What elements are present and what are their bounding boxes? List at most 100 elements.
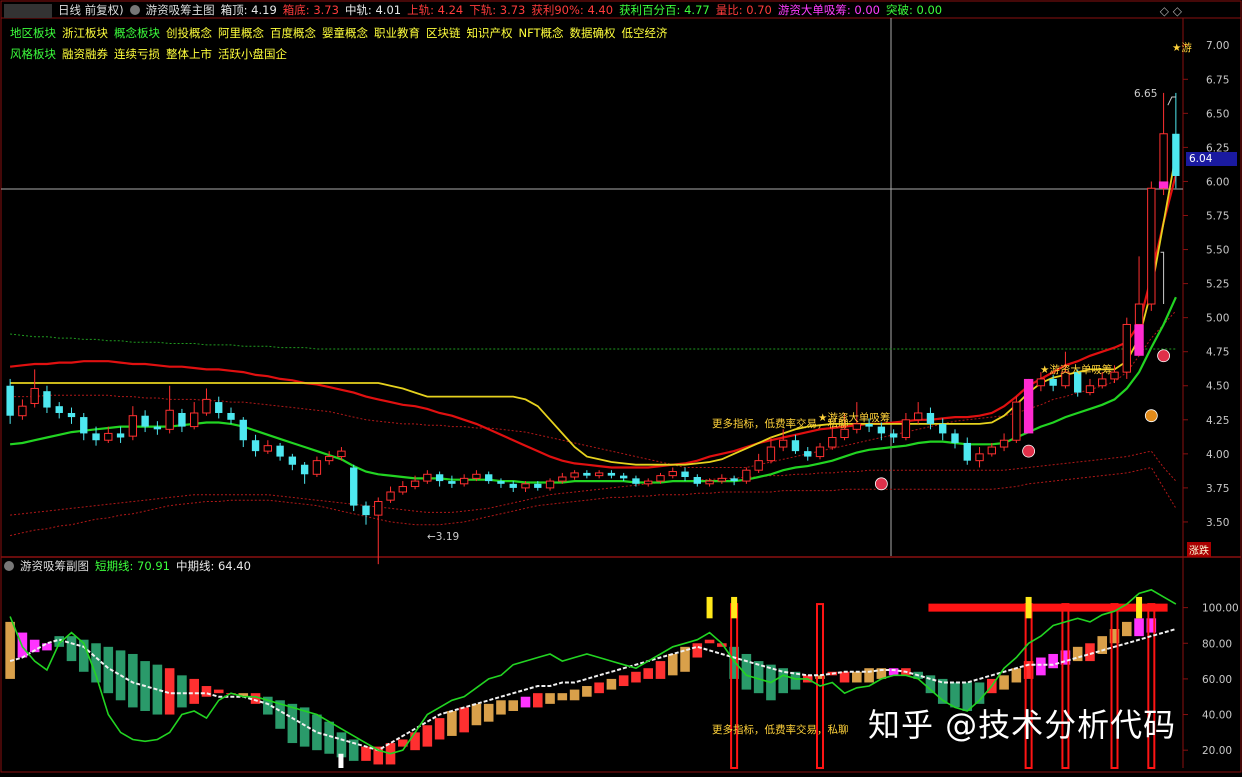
header.row2-item[interactable]: 浙江板块 xyxy=(62,26,108,40)
sub_header-item[interactable]: 短期线: 70.91 xyxy=(95,559,170,573)
header.row2-item[interactable]: 婴童概念 xyxy=(322,26,368,40)
candle-body xyxy=(939,423,947,434)
candle-body xyxy=(435,474,444,482)
candle-body xyxy=(362,505,370,516)
header.row2-item[interactable]: 低空经济 xyxy=(622,26,668,40)
sub-y-tick-label: 80.00 xyxy=(1202,638,1232,650)
sub-hist-bar xyxy=(5,621,15,679)
candle-body xyxy=(804,451,812,457)
sub-hist-bar xyxy=(336,732,347,758)
candle-body xyxy=(1134,303,1144,325)
candle-body xyxy=(766,446,776,462)
candle-body xyxy=(779,439,788,448)
header.row1-item[interactable]: 游资吸筹主图 xyxy=(146,3,215,17)
main-indicator-header: 日线 前复权) 游资吸筹主图 箱顶: 4.19 箱底: 3.73 中轨: 4.01 上轨:… xyxy=(4,2,948,18)
header.row2-item[interactable]: 百度概念 xyxy=(270,26,316,40)
header.row2-item[interactable]: 创投概念 xyxy=(166,26,212,40)
candle-body xyxy=(644,480,653,485)
top-right-tag: ★游 xyxy=(1172,42,1192,54)
header.row1-item[interactable]: 中轨: 4.01 xyxy=(345,3,401,17)
sub-hist-bar xyxy=(557,693,568,701)
sub-hist-bar xyxy=(839,671,850,683)
sub-hist-bar xyxy=(213,689,224,694)
header.row1-item[interactable]: 获利90%: 4.40 xyxy=(531,3,613,17)
candle-body xyxy=(815,446,825,458)
chart-stage: 3.50 3.75 4.00 4.25 4.50 4.75 5.00 5.25 5.50 5.75… xyxy=(0,0,1242,773)
sub-hist-bar xyxy=(545,693,555,704)
chart-canvas[interactable]: 3.50 3.75 4.00 4.25 4.50 4.75 5.00 5.25 5.50 5.75… xyxy=(0,0,1242,773)
candle-body xyxy=(67,412,76,418)
inflow-block xyxy=(1158,181,1169,189)
sub-hist-bar xyxy=(361,746,371,761)
sub_header-item[interactable]: 游资吸筹副图 xyxy=(20,559,89,573)
window-controls[interactable]: ◇ ◇ xyxy=(1160,4,1182,18)
candle-body xyxy=(987,446,996,455)
indicator-menu-icon[interactable] xyxy=(4,561,14,571)
header.row1-item[interactable]: 量比: 0.70 xyxy=(716,3,772,17)
header.row3-item[interactable]: 整体上市 xyxy=(166,47,212,61)
sub-hist-bar xyxy=(287,703,298,744)
candle-body xyxy=(1085,385,1095,394)
candle-body xyxy=(926,412,935,424)
sub-hist-bar xyxy=(606,678,617,690)
header.row1-item[interactable]: 上轨: 4.24 xyxy=(407,3,463,17)
sub-hist-bar xyxy=(459,707,469,733)
sub-hist-bar xyxy=(471,703,482,726)
candle-body xyxy=(43,391,51,408)
header.row2-item[interactable]: 阿里概念 xyxy=(218,26,264,40)
candle-body xyxy=(632,478,640,484)
green-dotted-line xyxy=(10,333,1176,350)
header.row1-item[interactable]: 下轨: 3.73 xyxy=(469,3,525,17)
header.row3-item[interactable]: 活跃小盘国企 xyxy=(218,47,287,61)
header.row1-item[interactable]: 日线 前复权) xyxy=(58,3,124,17)
y-tick-label: 4.25 xyxy=(1206,415,1229,427)
candle-body xyxy=(570,472,579,478)
header.row2-item[interactable]: NFT概念 xyxy=(519,26,564,40)
y-tick-label: 3.75 xyxy=(1206,483,1229,495)
candle-body xyxy=(901,419,911,439)
header.row1-item[interactable]: 箱顶: 4.19 xyxy=(221,3,277,17)
header.row2-item[interactable]: 概念板块 xyxy=(114,26,160,40)
header.row2-item[interactable]: 数据确权 xyxy=(570,26,616,40)
candle-body xyxy=(1172,133,1180,176)
signal-marker xyxy=(1144,409,1158,423)
sub-hist-bar xyxy=(704,639,715,644)
indicator-menu-icon[interactable] xyxy=(129,5,140,15)
header.row2-item[interactable]: 知识产权 xyxy=(467,26,513,40)
inflow-tag-1: ★游资大单吸筹 xyxy=(818,412,891,424)
sub_header-item[interactable]: 中期线: 64.40 xyxy=(176,559,251,573)
candle-body xyxy=(619,475,628,479)
candle-body xyxy=(656,475,665,482)
header.row2-item[interactable]: 职业教育 xyxy=(374,26,420,40)
candle-body xyxy=(705,480,714,485)
candle-body xyxy=(1159,133,1168,189)
candle-body xyxy=(55,406,63,413)
header.row1-item[interactable]: 突破: 0.00 xyxy=(886,3,942,17)
white-tick xyxy=(338,753,344,768)
tip-label-sub: 更多指标，低费率交易，私聊 xyxy=(712,724,849,736)
zd-button[interactable]: 涨跌 xyxy=(1187,542,1211,557)
y-tick-label: 5.00 xyxy=(1206,313,1229,325)
sub-hist-bar xyxy=(447,710,457,736)
y-tick-label: 6.00 xyxy=(1206,176,1229,188)
header.row3-item[interactable]: 连续亏损 xyxy=(114,47,160,61)
y-tick-label: 5.25 xyxy=(1206,279,1229,291)
candle-body xyxy=(607,472,616,476)
band-mid-line xyxy=(10,450,1177,516)
candle-body xyxy=(1012,401,1021,441)
header.row2-item[interactable]: 区块链 xyxy=(426,26,461,40)
sub-hist-bar xyxy=(999,675,1009,690)
candle-body xyxy=(104,432,113,441)
sub-hist-bar xyxy=(618,675,629,687)
header.row3-item[interactable]: 融资融券 xyxy=(62,47,108,61)
candle-body xyxy=(410,480,420,488)
header.row2-item[interactable]: 地区板块 xyxy=(10,26,56,40)
yellow-top-mark xyxy=(1136,596,1143,619)
header.row1-item[interactable]: 游资大单吸筹: 0.00 xyxy=(778,3,880,17)
candle-body xyxy=(350,467,358,506)
header.row3-item[interactable]: 风格板块 xyxy=(10,47,56,61)
header.row1-item[interactable]: 获利百分百: 4.77 xyxy=(619,3,710,17)
candle-body xyxy=(485,474,493,482)
candle-body xyxy=(116,433,125,438)
header.row1-item[interactable]: 箱底: 3.73 xyxy=(283,3,339,17)
